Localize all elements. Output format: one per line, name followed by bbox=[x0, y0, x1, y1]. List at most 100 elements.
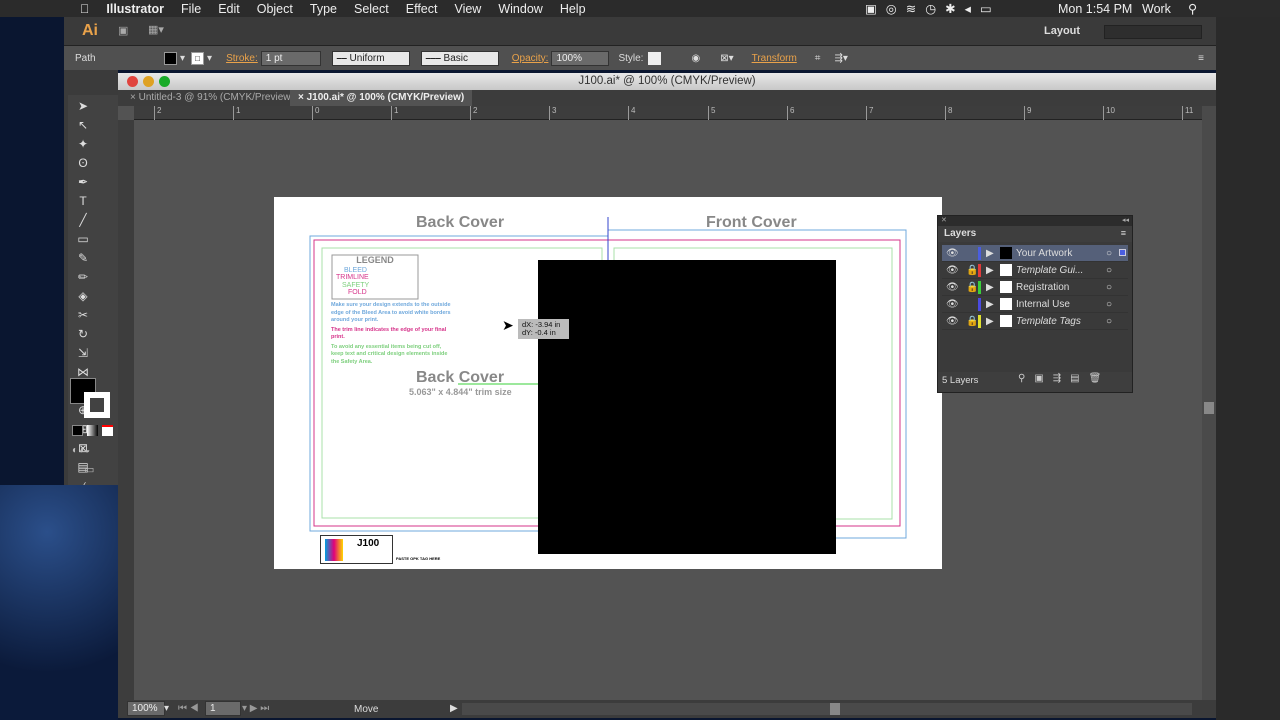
panel-menu-icon[interactable]: ≡ bbox=[1198, 53, 1204, 64]
lock-icon[interactable]: 🔒 bbox=[966, 262, 978, 279]
pen-tool-icon[interactable]: ✒ bbox=[73, 173, 93, 191]
clipping-mask-icon[interactable]: ▣ bbox=[1034, 373, 1052, 384]
layer-name[interactable]: Template Gui... bbox=[1016, 262, 1083, 279]
expand-triangle-icon[interactable]: ▶ bbox=[986, 262, 994, 279]
app-menu[interactable]: Illustrator bbox=[106, 2, 164, 16]
layer-name[interactable]: Registration bbox=[1016, 279, 1069, 296]
fill-dropdown-icon[interactable]: ▾ bbox=[180, 53, 185, 64]
opacity-field[interactable]: 100% bbox=[551, 50, 610, 66]
visibility-eye-icon[interactable]: 👁 bbox=[946, 296, 959, 313]
pencil-icon[interactable]: ✏ bbox=[73, 268, 93, 286]
tab-j100[interactable]: × J100.ai* @ 100% (CMYK/Preview) bbox=[290, 90, 473, 106]
spotlight-icon[interactable]: ⚲ bbox=[1188, 1, 1197, 16]
horizontal-ruler[interactable]: 2 1 0 1 2 3 4 5 6 7 8 9 10 11 bbox=[134, 106, 1202, 120]
draw-modes-icon[interactable]: ◐◑◒ bbox=[72, 445, 90, 456]
menu-file[interactable]: File bbox=[181, 2, 201, 16]
new-layer-icon[interactable]: ▤ bbox=[1070, 373, 1088, 384]
target-circle-icon[interactable]: ○ bbox=[1106, 313, 1112, 330]
bridge-icon[interactable]: ▣ bbox=[118, 24, 128, 37]
search-help-input[interactable] bbox=[1104, 25, 1202, 39]
menu-view[interactable]: View bbox=[454, 2, 481, 16]
new-sublayer-icon[interactable]: ⇶ bbox=[1053, 373, 1070, 384]
vertical-ruler[interactable] bbox=[118, 120, 134, 700]
zoom-field[interactable]: 100% bbox=[127, 701, 165, 716]
gradient-mode-icon[interactable] bbox=[87, 425, 98, 436]
horizontal-scrollbar[interactable] bbox=[462, 703, 1192, 715]
graphic-style-swatch[interactable] bbox=[648, 51, 662, 65]
black-rectangle[interactable] bbox=[538, 260, 836, 554]
layer-row[interactable]: 👁 🔒 ▶ Registration ○ bbox=[942, 279, 1128, 296]
visibility-eye-icon[interactable]: 👁 bbox=[946, 279, 959, 296]
tab-untitled-3[interactable]: × Untitled-3 @ 91% (CMYK/Preview) bbox=[122, 90, 302, 106]
variable-width-profile[interactable]: ⎯⎯ Uniform bbox=[331, 50, 410, 66]
artboard-number-field[interactable]: 1 bbox=[205, 701, 241, 716]
color-mode-icon[interactable] bbox=[72, 425, 83, 436]
workspace-switcher[interactable]: Layout bbox=[1044, 25, 1080, 37]
collapse-icon[interactable]: ◂◂ bbox=[1122, 216, 1129, 224]
target-circle-icon[interactable]: ○ bbox=[1106, 296, 1112, 313]
artboard-prev-icon[interactable]: ⏮ ◀ bbox=[178, 703, 199, 714]
type-tool-icon[interactable]: T bbox=[73, 192, 93, 210]
status-icons[interactable]: ▣◎≋◷✱◂▭ bbox=[865, 1, 1001, 16]
layer-row[interactable]: 👁 🔒 ▶ Template Tags ○ bbox=[942, 313, 1128, 330]
menu-type[interactable]: Type bbox=[310, 2, 337, 16]
stroke-swatch[interactable]: □ bbox=[191, 51, 205, 65]
isolate-icon[interactable]: ⌗ bbox=[815, 53, 821, 64]
layer-name[interactable]: Template Tags bbox=[1016, 313, 1081, 330]
menu-effect[interactable]: Effect bbox=[406, 2, 438, 16]
expand-triangle-icon[interactable]: ▶ bbox=[986, 279, 994, 296]
transform-link[interactable]: Transform bbox=[752, 53, 797, 64]
expand-triangle-icon[interactable]: ▶ bbox=[986, 245, 994, 262]
stroke-weight-field[interactable]: 1 pt bbox=[260, 50, 321, 66]
layer-name[interactable]: Your Artwork bbox=[1016, 245, 1072, 262]
arrange-documents-icon[interactable]: ▦▾ bbox=[148, 23, 164, 36]
target-circle-icon[interactable]: ○ bbox=[1106, 279, 1112, 296]
expand-triangle-icon[interactable]: ▶ bbox=[986, 313, 994, 330]
zoom-dropdown-icon[interactable]: ▾ bbox=[164, 703, 169, 714]
delete-layer-icon[interactable]: 🗑 bbox=[1089, 373, 1111, 384]
stroke-label[interactable]: Stroke: bbox=[226, 53, 258, 64]
vertical-scrollbar[interactable] bbox=[1202, 106, 1216, 700]
screen-mode-icon[interactable]: ▭ bbox=[84, 463, 94, 476]
selection-tool-icon[interactable]: ➤ bbox=[73, 97, 93, 115]
lock-icon[interactable]: 🔒 bbox=[966, 313, 978, 330]
scale-icon[interactable]: ⇲ bbox=[73, 344, 93, 362]
visibility-eye-icon[interactable]: 👁 bbox=[946, 262, 959, 279]
layers-panel-menu-icon[interactable]: ≡ bbox=[1121, 228, 1126, 238]
selection-indicator[interactable] bbox=[1119, 249, 1126, 256]
hscroll-thumb[interactable] bbox=[830, 703, 840, 715]
stroke-dropdown-icon[interactable]: ▾ bbox=[207, 53, 212, 64]
menu-object[interactable]: Object bbox=[257, 2, 293, 16]
visibility-eye-icon[interactable]: 👁 bbox=[946, 313, 959, 330]
paintbrush-icon[interactable]: ✎ bbox=[73, 249, 93, 267]
layer-row[interactable]: 👁 ▶ Internal Use ○ bbox=[942, 296, 1128, 313]
minimize-button[interactable] bbox=[143, 76, 154, 87]
expand-triangle-icon[interactable]: ▶ bbox=[986, 296, 994, 313]
layers-tab[interactable]: Layers bbox=[940, 227, 982, 241]
artboard[interactable]: Back Cover Front Cover LEGEND BLEED TRIM… bbox=[274, 197, 942, 569]
menu-help[interactable]: Help bbox=[560, 2, 586, 16]
lock-icon[interactable]: 🔒 bbox=[966, 279, 978, 296]
apple-menu[interactable]:  bbox=[80, 2, 89, 16]
visibility-eye-icon[interactable]: 👁 bbox=[946, 245, 959, 262]
brush-definition[interactable]: ⎯⎯⎯ Basic bbox=[420, 50, 499, 66]
locate-object-icon[interactable]: ⚲ bbox=[1018, 373, 1034, 384]
close-button[interactable] bbox=[127, 76, 138, 87]
stroke-color-box[interactable] bbox=[84, 392, 110, 418]
menu-edit[interactable]: Edit bbox=[218, 2, 240, 16]
align-icon[interactable]: ⊠▾ bbox=[720, 53, 733, 64]
direct-selection-tool-icon[interactable]: ↖ bbox=[73, 116, 93, 134]
user-menu[interactable]: Work bbox=[1142, 2, 1171, 16]
recolor-icon[interactable]: ◉ bbox=[691, 53, 700, 64]
menu-window[interactable]: Window bbox=[498, 2, 542, 16]
options-icon[interactable]: ⇶▾ bbox=[834, 53, 847, 64]
line-tool-icon[interactable]: ╱ bbox=[73, 211, 93, 229]
target-circle-icon[interactable]: ○ bbox=[1106, 245, 1112, 262]
lasso-icon[interactable]: ʘ bbox=[73, 154, 93, 172]
magic-wand-icon[interactable]: ✦ bbox=[73, 135, 93, 153]
scissors-icon[interactable]: ✂ bbox=[73, 306, 93, 324]
clock[interactable]: Mon 1:54 PM bbox=[1058, 2, 1132, 16]
artboard-next-icon[interactable]: ▾ ▶ ⏭ bbox=[242, 703, 269, 714]
blob-brush-icon[interactable]: ◈ bbox=[73, 287, 93, 305]
rotate-icon[interactable]: ↻ bbox=[73, 325, 93, 343]
